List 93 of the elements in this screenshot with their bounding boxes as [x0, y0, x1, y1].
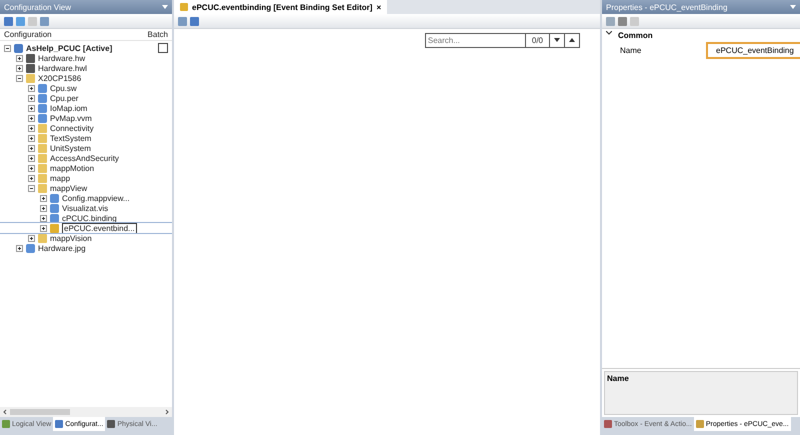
collapse-icon[interactable] — [16, 74, 23, 82]
batch-checkbox[interactable] — [158, 43, 168, 53]
tree-item[interactable]: Hardware.jpg — [0, 243, 172, 253]
expand-icon[interactable] — [28, 234, 35, 242]
folder-icon — [26, 74, 35, 82]
tree-item[interactable]: PvMap.vvm — [0, 113, 172, 123]
tree-label: X20CP1586 — [38, 74, 82, 82]
tree-item[interactable]: Config.mappview... — [0, 193, 172, 203]
tree-label: TextSystem — [50, 134, 92, 142]
tab-icon — [696, 420, 704, 428]
expand-icon[interactable] — [40, 204, 47, 212]
tree-item[interactable]: mappMotion — [0, 163, 172, 173]
tree-label: AccessAndSecurity — [50, 154, 119, 162]
tree-label: Cpu.per — [50, 94, 78, 102]
panel-title: Configuration View — [4, 2, 72, 12]
expand-icon[interactable] — [16, 244, 23, 252]
horizontal-scrollbar[interactable] — [0, 407, 172, 417]
tree-item[interactable]: UnitSystem — [0, 143, 172, 153]
next-button[interactable] — [550, 33, 565, 48]
expand-icon[interactable] — [28, 124, 35, 132]
file-icon — [180, 3, 188, 11]
tree-item[interactable]: mappVision — [0, 233, 172, 243]
expand-icon[interactable] — [28, 154, 35, 162]
expand-icon[interactable] — [16, 64, 23, 72]
tree-label: mappView — [50, 184, 88, 192]
expand-icon[interactable] — [28, 84, 35, 92]
match-count: 0/0 — [524, 33, 550, 48]
tree-label: Hardware.jpg — [38, 244, 86, 252]
tree-item[interactable]: Connectivity — [0, 123, 172, 133]
tree-item[interactable]: TextSystem — [0, 133, 172, 143]
tree-label: cPCUC.binding — [62, 214, 117, 222]
dropdown-icon[interactable] — [162, 5, 168, 9]
expand-icon[interactable] — [28, 174, 35, 182]
editor-tab[interactable]: ePCUC.eventbinding [Event Binding Set Editor] × — [174, 0, 388, 14]
expand-icon[interactable] — [40, 214, 47, 222]
expand-icon[interactable] — [16, 54, 23, 62]
tab-icon — [107, 420, 116, 428]
collapse-icon[interactable] — [4, 44, 11, 52]
tree-item[interactable]: Hardware.hwl — [0, 63, 172, 73]
tab-label: ePCUC.eventbinding [Event Binding Set Editor] — [192, 2, 372, 12]
tree-item[interactable]: Hardware.hw — [0, 53, 172, 63]
expand-icon[interactable] — [28, 104, 35, 112]
tree-label: IoMap.iom — [50, 104, 88, 112]
tab-icon — [604, 420, 612, 428]
tree-label: PvMap.vvm — [50, 114, 92, 122]
tree-item[interactable]: AccessAndSecurity — [0, 153, 172, 163]
description-title: Name — [607, 374, 629, 383]
collapse-icon[interactable] — [606, 31, 612, 35]
tree-item[interactable]: ePCUC.eventbind... — [0, 223, 172, 233]
column-header: Configuration — [4, 30, 52, 39]
expand-icon[interactable] — [28, 114, 35, 122]
expand-icon[interactable] — [28, 144, 35, 152]
tree-label: UnitSystem — [50, 144, 91, 152]
tree-label: mapp — [50, 174, 70, 182]
search-field[interactable]: Search... — [424, 33, 525, 48]
tree-item[interactable]: mapp — [0, 173, 172, 183]
collapse-icon[interactable] — [28, 184, 35, 192]
column-header: Batch — [148, 30, 168, 39]
tree-item[interactable]: IoMap.iom — [0, 103, 172, 113]
caret-down-icon — [554, 38, 560, 42]
dropdown-icon[interactable] — [790, 5, 796, 9]
expand-icon[interactable] — [40, 194, 47, 202]
tree-label: Hardware.hw — [38, 54, 86, 62]
tree-item[interactable]: Cpu.per — [0, 93, 172, 103]
tree-item[interactable]: AsHelp_PCUC [Active] — [0, 43, 172, 53]
panel-title: Properties - ePCUC_eventBinding — [606, 2, 728, 12]
tab-icon — [55, 420, 64, 428]
property-value[interactable]: ePCUC_eventBinding — [706, 42, 800, 59]
tree-label: Connectivity — [50, 124, 94, 132]
tree-label: mappMotion — [50, 164, 94, 172]
expand-icon[interactable] — [40, 224, 47, 232]
tree-label: AsHelp_PCUC [Active] — [26, 44, 112, 52]
tree-item[interactable]: mappView — [0, 183, 172, 193]
tree-label: mappVision — [50, 234, 92, 242]
category-label: Common — [618, 31, 653, 40]
tab-icon — [2, 420, 10, 428]
tree-item[interactable]: X20CP1586 — [0, 73, 172, 83]
property-name: Name — [620, 46, 642, 55]
tree-label: Visualizat.vis — [62, 204, 108, 212]
expand-icon[interactable] — [28, 134, 35, 142]
tree-label: ePCUC.eventbind... — [62, 222, 137, 234]
tree-label: Cpu.sw — [50, 84, 77, 92]
tree-item[interactable]: cPCUC.binding — [0, 213, 172, 223]
caret-up-icon — [569, 38, 575, 42]
tree-label: Config.mappview... — [62, 194, 130, 202]
previous-button[interactable] — [565, 33, 580, 48]
file-icon — [26, 244, 35, 252]
expand-icon[interactable] — [28, 94, 35, 102]
tree-item[interactable]: Cpu.sw — [0, 83, 172, 93]
expand-icon[interactable] — [28, 164, 35, 172]
close-icon[interactable]: × — [376, 2, 382, 12]
tree-label: Hardware.hwl — [38, 64, 87, 72]
tree-item[interactable]: Visualizat.vis — [0, 203, 172, 213]
